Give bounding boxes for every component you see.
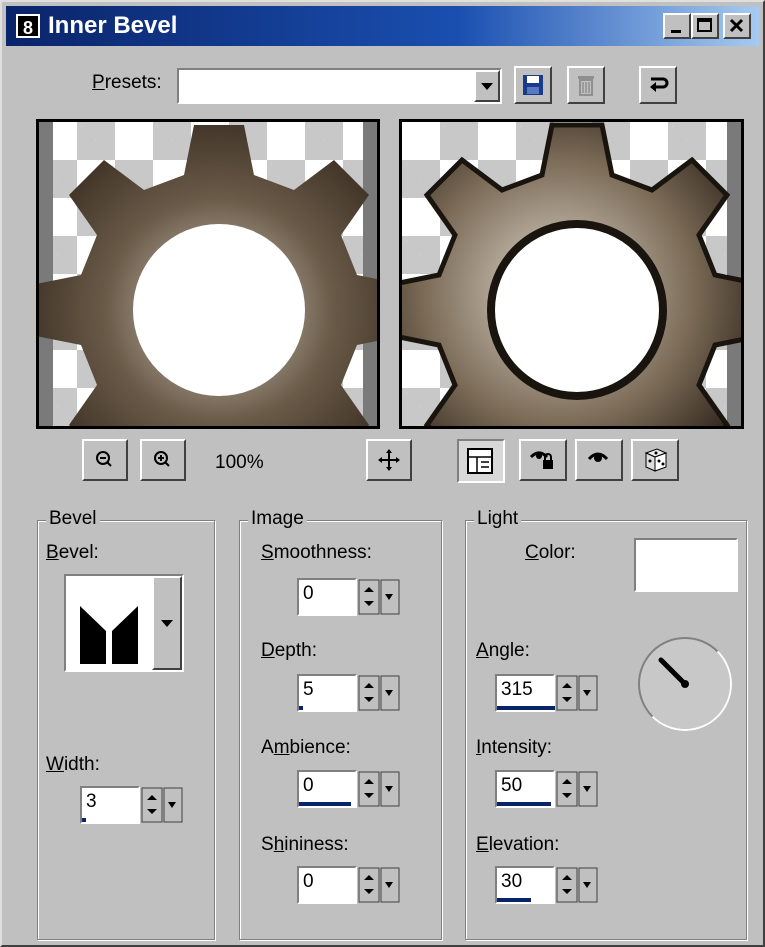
proof-icon	[467, 448, 493, 474]
angle-spin-arrows[interactable]	[555, 674, 601, 712]
lock-icon	[529, 451, 553, 469]
depth-level	[299, 706, 303, 710]
spin-arrows-icon	[358, 867, 400, 903]
original-preview[interactable]	[36, 119, 380, 429]
depth-spin-arrows[interactable]	[357, 674, 403, 712]
reset-button[interactable]	[639, 66, 677, 104]
result-preview[interactable]	[399, 119, 744, 429]
presets-dropdown[interactable]	[177, 68, 502, 104]
spin-arrows-icon	[358, 579, 400, 615]
light-group-title: Light	[474, 508, 522, 530]
angle-label: Angle:	[476, 640, 530, 661]
smoothness-input[interactable]: 0	[297, 578, 357, 616]
close-button[interactable]	[723, 13, 751, 39]
depth-label: Depth:	[261, 640, 317, 661]
shininess-input[interactable]: 0	[297, 866, 357, 904]
zoom-in-icon	[154, 451, 170, 467]
save-preset-icon	[523, 75, 543, 95]
ambience-label: Ambience:	[261, 737, 351, 758]
bevel-label: Bevel:	[46, 542, 99, 563]
delete-preset-icon	[578, 76, 594, 96]
angle-spinner[interactable]: 315	[495, 674, 603, 712]
title-bar[interactable]: 8 Inner Bevel	[6, 6, 759, 46]
shininess-spinner[interactable]: 0	[297, 866, 405, 904]
shininess-spin-arrows[interactable]	[357, 866, 403, 904]
color-label: Color:	[525, 542, 576, 563]
width-label: Width:	[46, 754, 100, 775]
image-group-title: Image	[248, 508, 307, 530]
chevron-down-icon	[481, 83, 493, 90]
bevel-dropdown-arrow[interactable]	[152, 576, 182, 670]
intensity-label: Intensity:	[476, 737, 553, 758]
window-title: Inner Bevel	[48, 12, 178, 39]
depth-input[interactable]: 5	[297, 674, 357, 712]
depth-spinner[interactable]: 5	[297, 674, 405, 712]
randomize-dice-icon	[644, 448, 668, 472]
gear-image-result	[402, 122, 741, 426]
spin-arrows-icon	[358, 675, 400, 711]
elevation-level	[497, 898, 531, 902]
bevel-shape-picker[interactable]	[64, 574, 184, 672]
minimize-icon	[671, 30, 681, 33]
width-spin-arrows[interactable]	[140, 786, 186, 824]
save-preset-button[interactable]	[514, 66, 552, 104]
width-input[interactable]: 3	[80, 786, 140, 824]
spin-arrows-icon	[556, 675, 598, 711]
zoom-level: 100%	[215, 452, 264, 473]
smoothness-label: Smoothness:	[261, 542, 372, 563]
gear-image-original	[39, 125, 377, 426]
maximize-button[interactable]	[691, 13, 719, 39]
bevel-shape-preview	[80, 606, 138, 664]
pan-icon	[378, 449, 400, 471]
zoom-in-button[interactable]	[140, 439, 186, 481]
elevation-spin-arrows[interactable]	[555, 866, 601, 904]
spin-arrows-icon	[141, 787, 183, 823]
shininess-label: Shininess:	[261, 834, 349, 855]
spin-arrows-icon	[556, 771, 598, 807]
intensity-spinner[interactable]: 50	[495, 770, 603, 808]
elevation-spinner[interactable]: 30	[495, 866, 603, 904]
inner-bevel-dialog: 8 Inner Bevel Presets: 100% Bevel Bevel:…	[0, 0, 765, 947]
width-spinner[interactable]: 3	[80, 786, 188, 824]
smoothness-spinner[interactable]: 0	[297, 578, 405, 616]
ambience-level	[299, 802, 351, 806]
zoom-out-icon	[96, 451, 112, 467]
app-icon[interactable]: 8	[16, 14, 40, 38]
zoom-out-button[interactable]	[82, 439, 128, 481]
eye-icon	[587, 452, 609, 462]
randomize-button[interactable]	[631, 439, 679, 481]
presets-dropdown-arrow[interactable]	[474, 70, 500, 102]
intensity-spin-arrows[interactable]	[555, 770, 601, 808]
elevation-label: Elevation:	[476, 834, 560, 855]
chevron-down-icon	[161, 620, 173, 627]
minimize-button[interactable]	[663, 13, 691, 39]
ambience-spinner[interactable]: 0	[297, 770, 405, 808]
smoothness-spin-arrows[interactable]	[357, 578, 403, 616]
intensity-level	[497, 802, 551, 806]
spin-arrows-icon	[358, 771, 400, 807]
angle-dial[interactable]	[635, 634, 735, 734]
width-level	[82, 818, 86, 822]
auto-proof-button[interactable]	[575, 439, 623, 481]
pan-button[interactable]	[366, 439, 412, 481]
reset-icon	[650, 77, 669, 92]
proof-toggle-button[interactable]	[457, 439, 505, 483]
close-icon	[729, 18, 744, 33]
maximize-icon	[697, 18, 712, 32]
spin-arrows-icon	[556, 867, 598, 903]
delete-preset-button[interactable]	[567, 66, 605, 104]
presets-label: Presets:	[92, 72, 162, 93]
bevel-group-title: Bevel	[46, 508, 100, 530]
light-color-swatch[interactable]	[634, 538, 738, 592]
ambience-spin-arrows[interactable]	[357, 770, 403, 808]
lock-preview-button[interactable]	[519, 439, 567, 481]
